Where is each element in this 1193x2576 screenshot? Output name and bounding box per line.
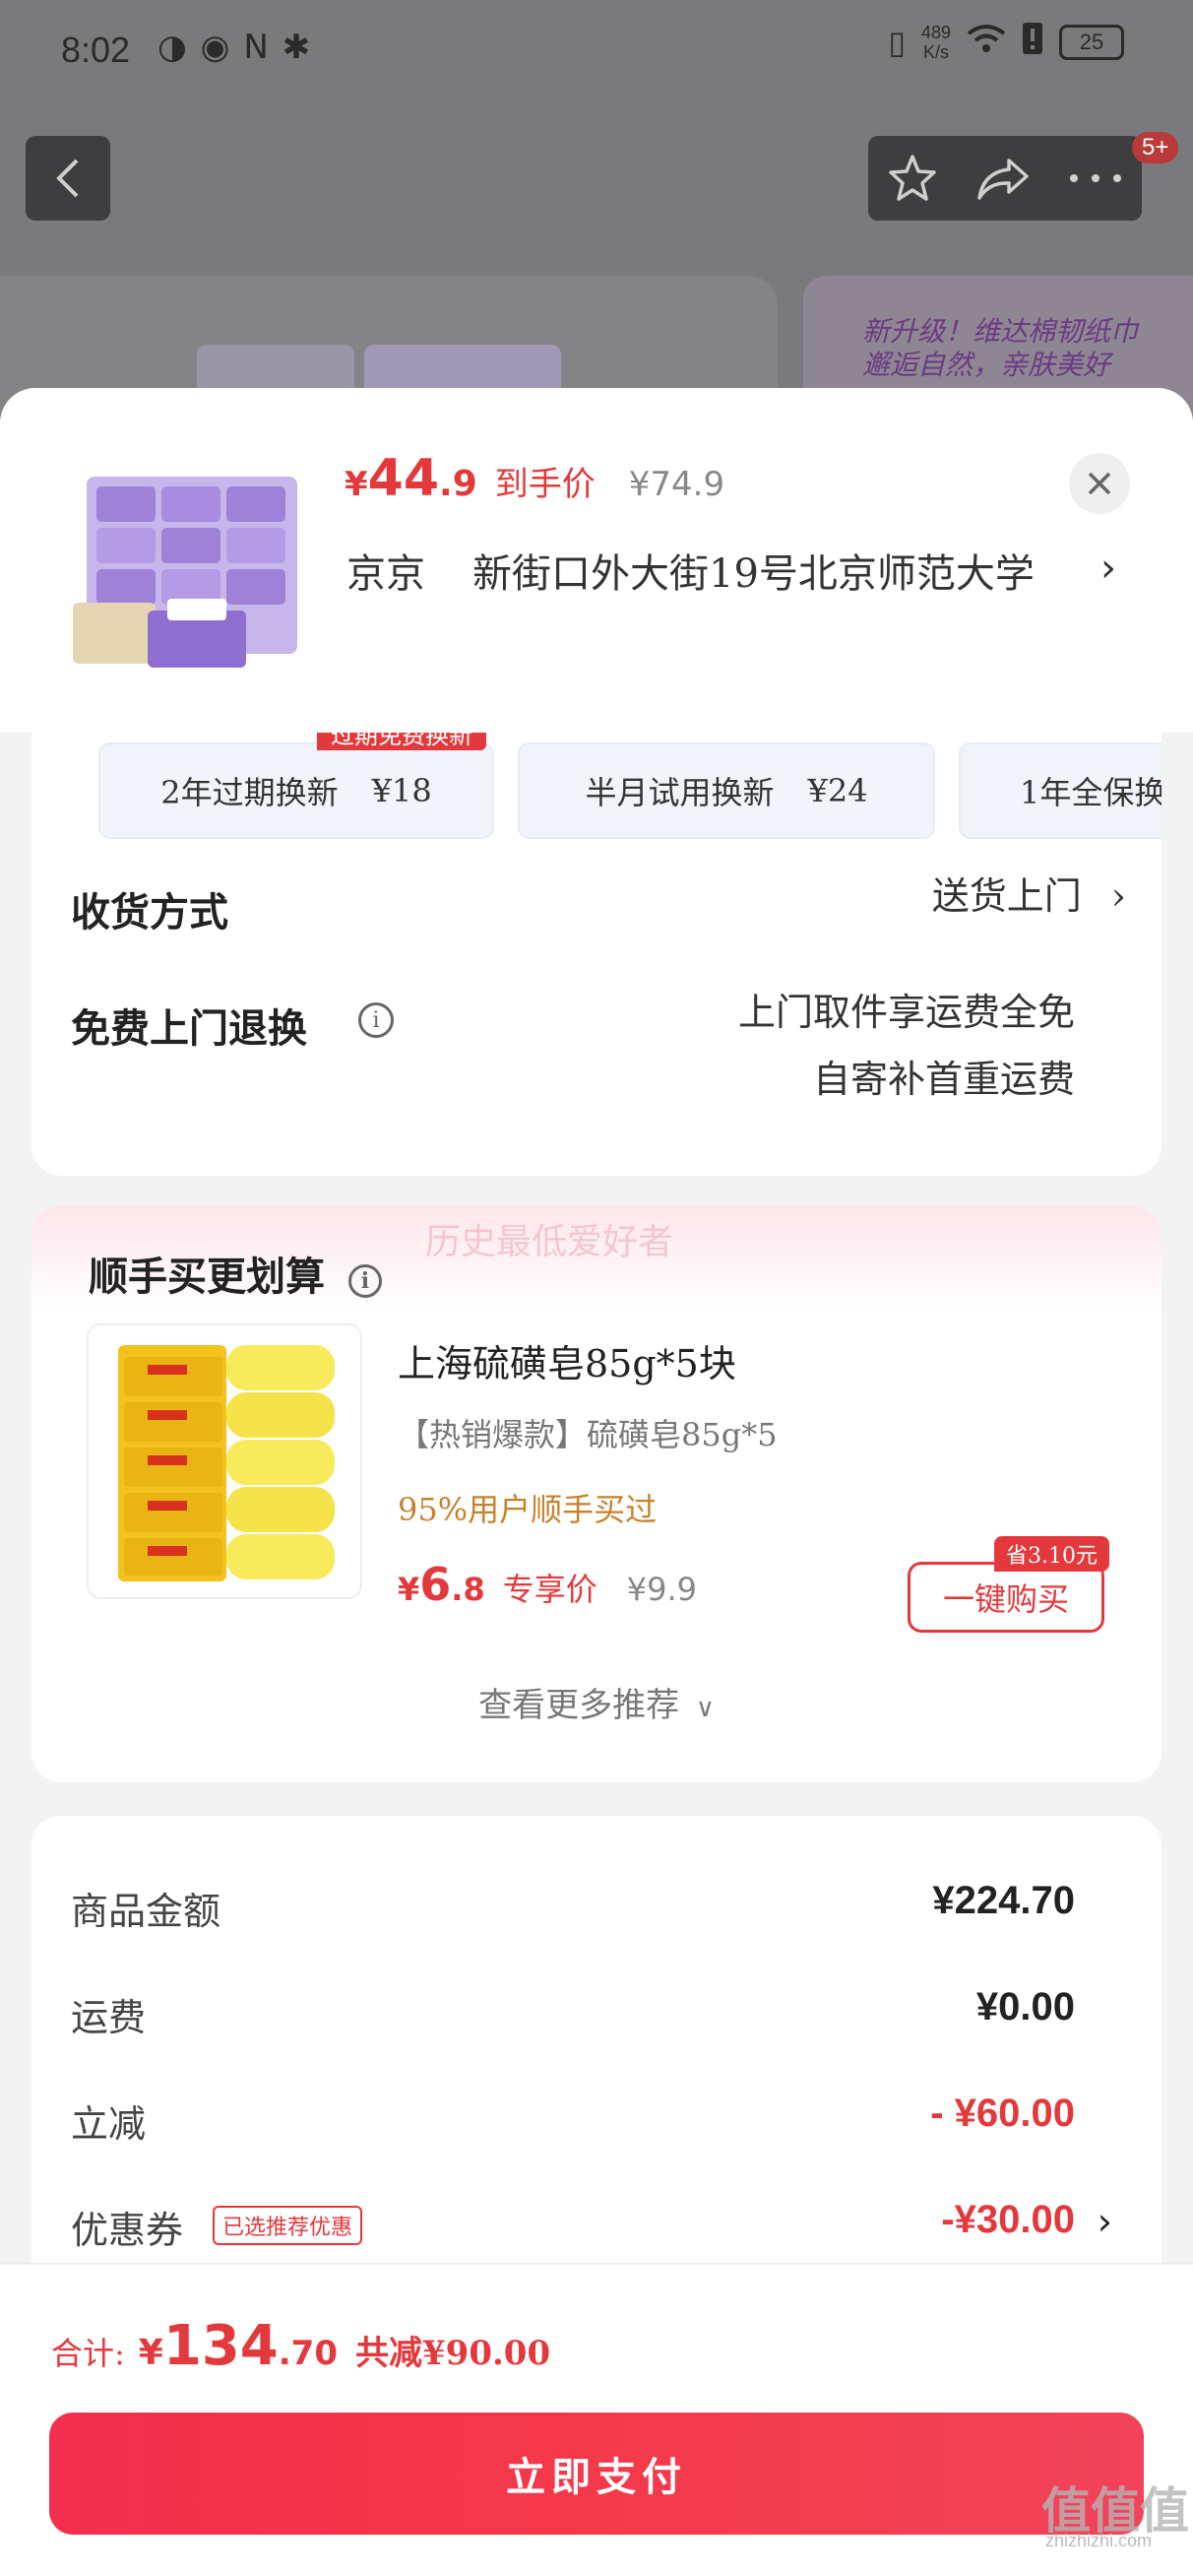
top-actions — [868, 136, 1142, 221]
pay-now-button[interactable]: 立即支付 — [49, 2413, 1144, 2535]
close-icon — [1088, 472, 1111, 495]
service-options-card: 2年过期换新 ¥18 半月试用换新 ¥24 1年全保换 过期免费换新 收货方式 送货… — [31, 733, 1162, 1176]
soap-product-image[interactable] — [87, 1323, 362, 1599]
status-icons-left: ◑ ◉ N ✱ — [157, 28, 310, 67]
service-option-1[interactable]: 2年过期换新 ¥18 — [98, 742, 494, 839]
eye-icon: ◉ — [200, 28, 230, 67]
recommendation-item-subtitle: 【热销爆款】硫磺皂85g*5 — [398, 1416, 778, 1453]
wifi-icon — [967, 24, 1006, 61]
address-selector[interactable]: 京京 新街口外大街19号北京师范大学 — [346, 542, 1035, 599]
final-price: ¥44.9 — [345, 449, 477, 508]
recommendation-watermark: 历史最低爱好者 — [425, 1222, 674, 1262]
battery-indicator: 25 — [1059, 25, 1124, 60]
service-option-2[interactable]: 半月试用换新 ¥24 — [518, 742, 935, 839]
info-icon[interactable]: i — [358, 1002, 394, 1038]
delivery-label: 收货方式 — [71, 889, 228, 935]
chevron-down-icon: ∨ — [695, 1694, 715, 1723]
total-reduction: 共减¥90.00 — [355, 2334, 551, 2373]
summary-row-coupon[interactable]: 优惠券 已选推荐优惠 -¥30.00 › — [31, 2194, 1162, 2263]
product-image — [69, 465, 315, 672]
more-recommendations-link[interactable]: 查看更多推荐 ∨ — [31, 1678, 1162, 1726]
recommendation-original-price: ¥9.9 — [626, 1571, 697, 1608]
recommendation-social-proof: 95%用户顺手买过 — [398, 1491, 658, 1528]
total-row: 合计: ¥134.70 共减¥90.00 — [51, 2314, 550, 2378]
summary-row-discount: 立减 - ¥60.00 — [71, 2092, 1075, 2146]
recommendation-title: 顺手买更划算 i — [89, 1245, 382, 1302]
share-icon[interactable] — [975, 155, 1031, 202]
address-detail: 新街口外大街19号北京师范大学 — [472, 551, 1035, 597]
status-time: 8:02 — [61, 30, 131, 70]
alert-icon — [1022, 22, 1043, 63]
star-icon[interactable] — [887, 153, 938, 204]
price-summary-card: 商品金额 ¥224.70 运费 ¥0.00 立减 - ¥60.00 优惠券 已选… — [31, 1816, 1162, 2308]
chevron-right-icon: › — [1110, 874, 1126, 918]
returns-value: 上门取件享运费全免 自寄补首重运费 — [737, 991, 1075, 1101]
delivery-method[interactable]: 送货上门 › — [932, 863, 1126, 930]
soap-package-image — [118, 1345, 335, 1581]
tissue-package-image — [73, 477, 297, 668]
app-notification-icon: ◑ — [157, 28, 187, 67]
summary-row-shipping: 运费 ¥0.00 — [71, 1985, 1075, 2039]
total-amount: ¥134.70 — [138, 2314, 338, 2378]
one-click-buy-button[interactable]: 一键购买 — [908, 1562, 1104, 1633]
recommendation-card: 历史最低爱好者 顺手买更划算 i 上海硫磺皂85g*5块 【热销爆款】硫磺皂85… — [31, 1205, 1162, 1782]
recommendation-price: ¥6.8 — [398, 1558, 485, 1611]
order-sheet: ¥44.9 到手价 ¥74.9 京京 新街口外大街19号北京师范大学 › 2年过… — [0, 388, 1193, 2576]
product-header: ¥44.9 到手价 ¥74.9 京京 新街口外大街19号北京师范大学 › — [0, 388, 1193, 733]
final-price-label: 到手价 — [494, 465, 596, 504]
recommendation-item-name[interactable]: 上海硫磺皂85g*5块 — [398, 1333, 736, 1387]
nfc-icon: N — [243, 28, 269, 67]
returns-label: 免费上门退换 — [71, 1005, 307, 1052]
total-label: 合计: — [51, 2335, 125, 2372]
info-icon[interactable]: i — [347, 1264, 382, 1298]
net-speed: 489 K/s — [920, 23, 951, 62]
summary-row-goods: 商品金额 ¥224.70 — [71, 1879, 1075, 1933]
service-flag-badge: 过期免费换新 — [317, 733, 486, 750]
savings-badge: 省3.10元 — [994, 1536, 1109, 1572]
recommendation-price-row: ¥6.8 专享价 ¥9.9 — [398, 1558, 697, 1611]
coupon-tag: 已选推荐优惠 — [213, 2206, 363, 2245]
status-icons-right: ▯ 489 K/s 25 — [888, 22, 1124, 63]
checkout-bar: 合计: ¥134.70 共减¥90.00 立即支付 — [0, 2263, 1193, 2576]
recommendation-price-label: 专享价 — [502, 1571, 597, 1608]
message-count-badge: 5+ — [1132, 132, 1179, 163]
address-city: 京京 — [346, 551, 425, 597]
status-bar: 8:02 ◑ ◉ N ✱ ▯ 489 K/s 25 — [0, 0, 1193, 98]
chevron-right-icon: › — [1097, 2200, 1112, 2243]
service-options: 2年过期换新 ¥18 半月试用换新 ¥24 1年全保换 过期免费换新 — [69, 733, 1162, 851]
price-row: ¥44.9 到手价 ¥74.9 — [345, 449, 724, 508]
close-button[interactable] — [1069, 453, 1130, 514]
background-page: 8:02 ◑ ◉ N ✱ ▯ 489 K/s 25 5+ 新升级！维达棉韧纸巾 … — [0, 0, 1193, 463]
site-watermark-domain: zhizhizhi.com — [1045, 2531, 1153, 2550]
back-button[interactable] — [26, 136, 110, 221]
vibrate-icon: ▯ — [888, 24, 906, 61]
more-icon[interactable] — [1068, 172, 1123, 184]
chevron-right-icon: › — [1100, 546, 1116, 591]
original-price: ¥74.9 — [628, 465, 725, 504]
service-option-3[interactable]: 1年全保换 — [959, 742, 1162, 839]
chevron-left-icon — [56, 159, 79, 198]
bluetooth-icon: ✱ — [282, 28, 311, 67]
